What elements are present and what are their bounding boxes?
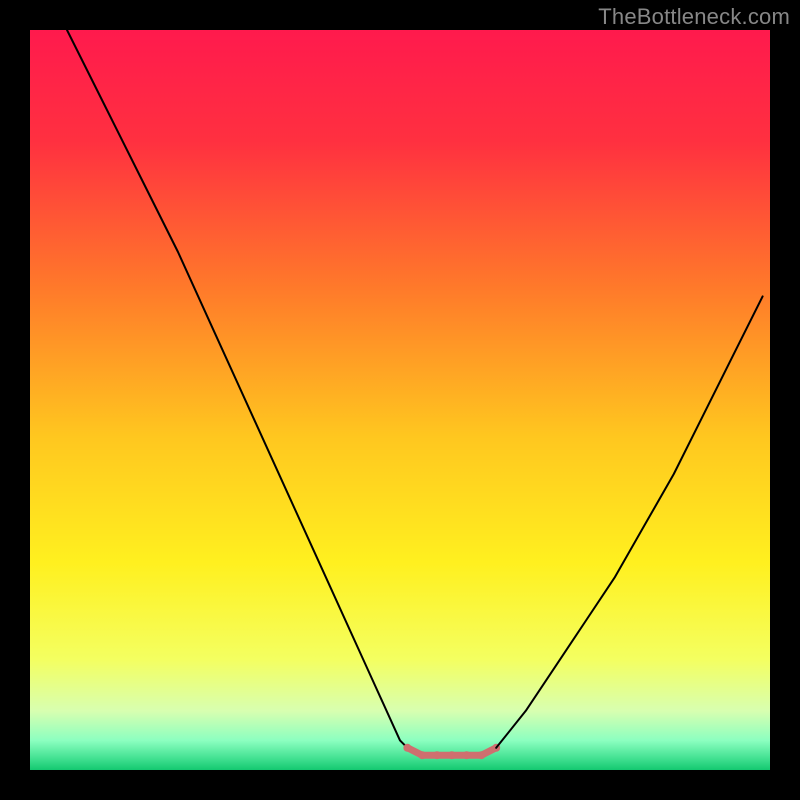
flat-bottom-node [433,751,441,759]
chart-plot-area [30,30,770,770]
gradient-background [30,30,770,770]
watermark-text: TheBottleneck.com [598,4,790,30]
flat-bottom-node [403,744,411,752]
flat-bottom-node [448,751,456,759]
flat-bottom-node [477,751,485,759]
chart-svg [30,30,770,770]
flat-bottom-node [463,751,471,759]
chart-frame: TheBottleneck.com [0,0,800,800]
flat-bottom-node [418,751,426,759]
